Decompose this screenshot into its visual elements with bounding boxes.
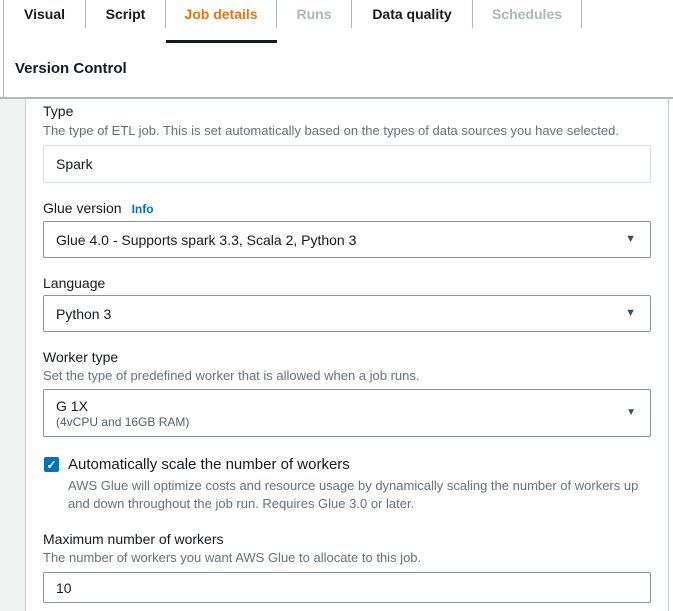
type-description: The type of ETL job. This is set automat… — [43, 122, 619, 139]
max-workers-description: The number of workers you want AWS Glue … — [43, 549, 421, 566]
worker-type-selected-value: G 1X — [56, 397, 189, 415]
checkmark-icon: ✓ — [46, 458, 56, 472]
tab-runs[interactable]: Runs — [277, 0, 352, 28]
glue-version-label-row: Glue version Info — [43, 199, 154, 217]
max-workers-input[interactable] — [43, 572, 651, 603]
type-label: Type — [43, 102, 73, 120]
tab-job-details[interactable]: Job details — [166, 0, 277, 28]
autoscale-description: AWS Glue will optimize costs and resourc… — [68, 477, 646, 512]
tab-schedules-label: Schedules — [492, 6, 562, 22]
active-tab-indicator — [166, 40, 277, 43]
left-gutter — [0, 99, 25, 611]
version-control-header: Version Control — [15, 60, 127, 77]
tab-visual[interactable]: Visual — [4, 0, 86, 28]
type-input[interactable] — [43, 145, 651, 183]
tab-data-quality-label: Data quality — [372, 6, 451, 22]
glue-version-label: Glue version — [43, 199, 122, 217]
chevron-down-icon: ▼ — [625, 308, 636, 319]
worker-type-description: Set the type of predefined worker that i… — [43, 367, 420, 384]
tab-bar: Visual Script Job details Runs Data qual… — [4, 0, 582, 28]
worker-type-selected-detail: (4vCPU and 16GB RAM) — [56, 415, 189, 430]
language-select[interactable]: Python 3 ▼ — [43, 295, 651, 332]
worker-type-select[interactable]: G 1X (4vCPU and 16GB RAM) ▼ — [43, 389, 651, 437]
language-selected-value: Python 3 — [56, 305, 111, 323]
autoscale-checkbox[interactable]: ✓ — [44, 457, 59, 472]
chevron-down-icon: ▼ — [625, 234, 636, 245]
max-workers-label: Maximum number of workers — [43, 530, 224, 548]
glue-version-select[interactable]: Glue 4.0 - Supports spark 3.3, Scala 2, … — [43, 221, 651, 258]
tab-visual-label: Visual — [24, 6, 65, 22]
tab-job-details-label: Job details — [184, 6, 257, 22]
chevron-down-icon: ▼ — [626, 408, 636, 418]
worker-type-selected-option: G 1X (4vCPU and 16GB RAM) — [56, 397, 189, 430]
tab-data-quality[interactable]: Data quality — [352, 0, 473, 28]
tab-runs-label: Runs — [297, 6, 332, 22]
tab-script-label: Script — [106, 6, 146, 22]
tab-script[interactable]: Script — [86, 0, 166, 28]
glue-version-info-link[interactable]: Info — [132, 202, 154, 216]
glue-version-selected-value: Glue 4.0 - Supports spark 3.3, Scala 2, … — [56, 231, 356, 249]
worker-type-label: Worker type — [43, 348, 118, 366]
autoscale-label[interactable]: Automatically scale the number of worker… — [68, 455, 350, 474]
job-details-page: Visual Script Job details Runs Data qual… — [0, 0, 673, 611]
tab-schedules[interactable]: Schedules — [473, 0, 582, 28]
language-label: Language — [43, 274, 105, 292]
